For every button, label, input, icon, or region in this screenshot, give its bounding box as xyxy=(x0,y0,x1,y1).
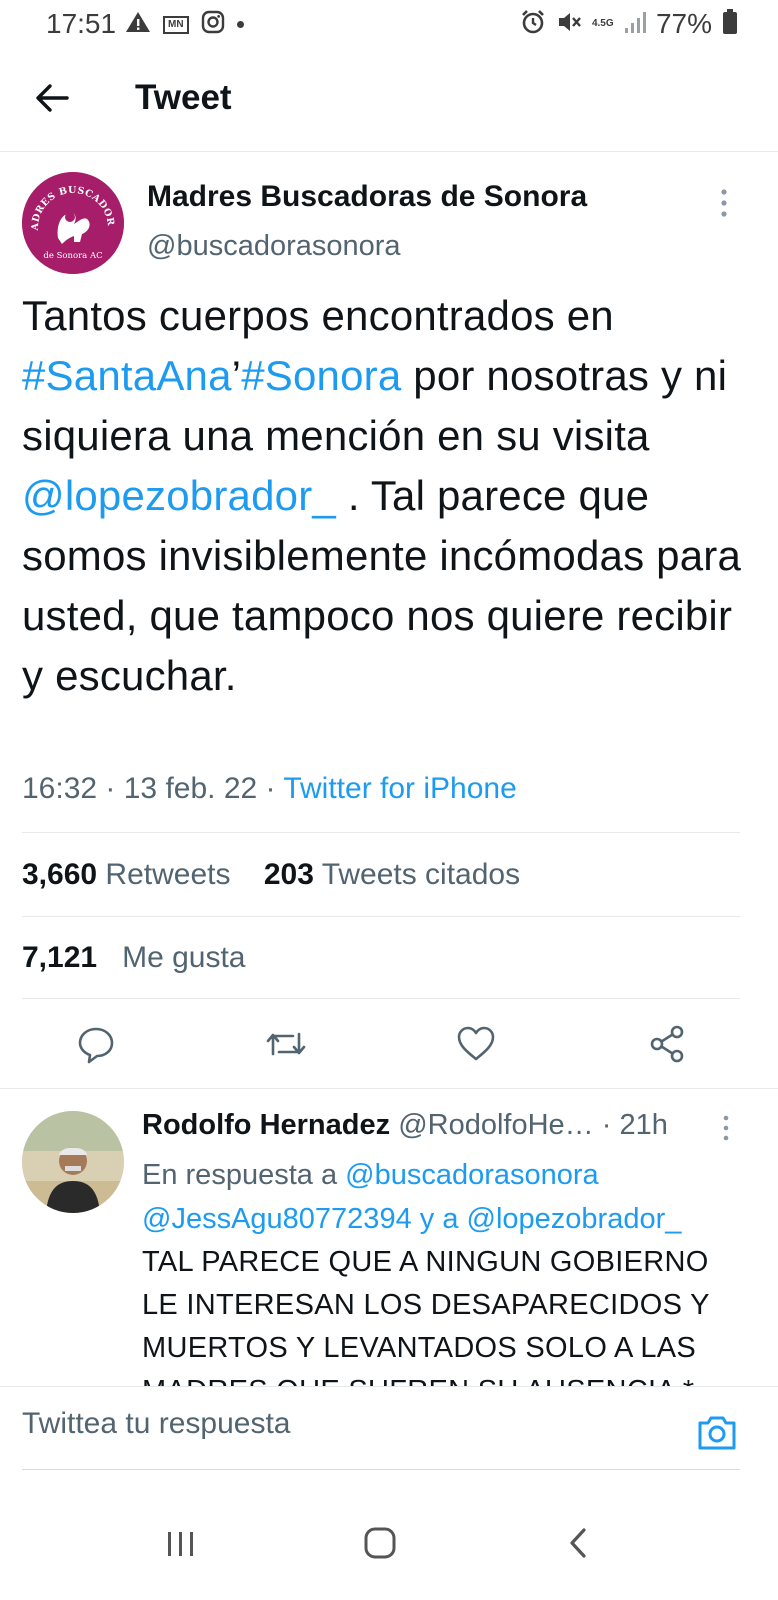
author-avatar[interactable]: MADRES BUSCADORAS de Sonora AC xyxy=(22,172,124,274)
more-options-button[interactable] xyxy=(712,186,736,220)
mention-link[interactable]: @buscadorasonora xyxy=(345,1159,599,1191)
top-app-bar: Tweet xyxy=(0,60,778,152)
reply-header: Rodolfo Hernadez @RodolfoHe… · 21h xyxy=(142,1109,668,1141)
nav-back-icon xyxy=(566,1526,590,1565)
divider xyxy=(22,916,740,917)
reply-author-handle[interactable]: @RodolfoHe… xyxy=(398,1109,593,1141)
reply-avatar-photo xyxy=(22,1111,124,1213)
more-vertical-icon xyxy=(716,1115,736,1147)
divider xyxy=(22,998,740,999)
divider xyxy=(22,1469,740,1470)
quote-tweets-link[interactable]: 203 Tweets citados xyxy=(264,858,520,891)
system-nav-bar xyxy=(0,1490,778,1600)
warning-icon xyxy=(125,10,151,39)
nav-back-button[interactable] xyxy=(553,1520,603,1570)
tweet-time: 16:32 xyxy=(22,772,98,805)
tweet-actions xyxy=(0,1014,778,1074)
instagram-icon xyxy=(201,10,225,39)
tweet-source-link[interactable]: Twitter for iPhone xyxy=(283,772,516,805)
news-app-icon: MN xyxy=(163,15,189,34)
retweet-button[interactable] xyxy=(265,1024,306,1064)
battery-icon xyxy=(722,8,738,40)
reply-input[interactable]: Twittea tu respuesta xyxy=(22,1407,290,1441)
reply-to-line: En respuesta a @buscadorasonora @JessAgu8… xyxy=(142,1159,682,1235)
back-button[interactable] xyxy=(28,76,76,124)
reply-compose-bar: Twittea tu respuesta xyxy=(0,1386,778,1470)
retweet-stats: 3,660 Retweets 203 Tweets citados xyxy=(22,858,520,892)
mention-link[interactable]: @lopezobrador_ xyxy=(467,1203,682,1235)
more-vertical-icon xyxy=(712,189,736,224)
reply-tweet[interactable]: Rodolfo Hernadez @RodolfoHe… · 21h En re… xyxy=(0,1088,778,1386)
madres-buscadoras-logo: MADRES BUSCADORAS de Sonora AC xyxy=(22,172,124,274)
mention-link[interactable]: @JessAgu80772394 xyxy=(142,1203,412,1235)
reply-text: TAL PARECE QUE A NINGUN GOBIERNO LE INTE… xyxy=(142,1246,710,1386)
battery-percent: 77% xyxy=(655,8,712,39)
notification-dot xyxy=(236,21,244,28)
page-title: Tweet xyxy=(135,78,232,117)
network-type-icon: 4.5G xyxy=(591,18,614,29)
retweet-icon xyxy=(265,1032,307,1068)
retweets-link[interactable]: 3,660 Retweets xyxy=(22,858,230,891)
reply-more-options-button[interactable] xyxy=(716,1113,736,1143)
like-button[interactable] xyxy=(456,1024,496,1064)
hashtag-link[interactable]: #SantaAna xyxy=(22,352,232,399)
hashtag-link[interactable]: #Sonora xyxy=(241,352,401,399)
mute-icon xyxy=(556,9,582,40)
home-button[interactable] xyxy=(355,1520,405,1570)
tweet-text: Tantos cuerpos encontrados en #SantaAna’… xyxy=(22,292,742,699)
author-handle[interactable]: @buscadorasonora xyxy=(147,230,401,263)
like-icon xyxy=(456,1026,496,1068)
reply-avatar[interactable] xyxy=(22,1111,124,1213)
likes-link[interactable]: 7,121 Me gusta xyxy=(22,941,246,975)
svg-text:de Sonora AC: de Sonora AC xyxy=(43,251,102,261)
mention-link[interactable]: @lopezobrador_ xyxy=(22,472,336,519)
tweet-meta: 16:32 · 13 feb. 22 · Twitter for iPhone xyxy=(22,772,517,805)
author-name[interactable]: Madres Buscadoras de Sonora xyxy=(147,180,587,214)
signal-icon xyxy=(624,10,646,39)
status-bar: 17:51 MN 4.5G 77% xyxy=(0,0,778,48)
status-time: 17:51 xyxy=(46,8,117,39)
recents-icon xyxy=(164,1528,198,1563)
reply-icon xyxy=(76,1027,116,1068)
tweet-date: 13 feb. 22 xyxy=(123,772,258,805)
back-arrow-icon xyxy=(35,83,69,118)
home-icon xyxy=(362,1525,398,1566)
camera-button[interactable] xyxy=(696,1413,738,1453)
reply-button[interactable] xyxy=(76,1024,116,1064)
reply-author-name[interactable]: Rodolfo Hernadez xyxy=(142,1109,390,1141)
reply-time: 21h xyxy=(619,1109,668,1141)
alarm-icon xyxy=(520,9,546,40)
share-button[interactable] xyxy=(647,1024,687,1064)
camera-icon xyxy=(696,1416,738,1457)
share-icon xyxy=(647,1025,687,1068)
recents-button[interactable] xyxy=(156,1520,206,1570)
divider xyxy=(22,832,740,833)
